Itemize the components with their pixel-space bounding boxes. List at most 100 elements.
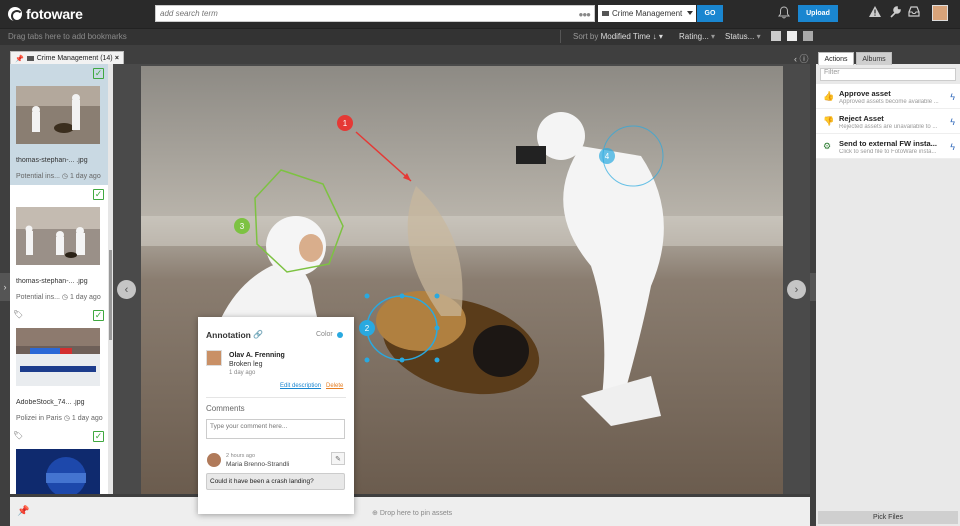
chevron-down-icon: ▾ <box>711 32 716 41</box>
tab-count: (14) <box>100 55 113 62</box>
tab-crime-management[interactable]: 📌 Crime Management (14) × <box>10 51 124 65</box>
scrollbar-thumb[interactable] <box>109 250 112 340</box>
asset-card[interactable]: 🏷 ✓ <box>10 427 108 494</box>
actions-filter-input[interactable]: Filter <box>820 68 956 81</box>
color-label: Color <box>316 331 333 338</box>
tab-label: Crime Management <box>36 55 99 62</box>
asset-age: 1 day ago <box>69 173 101 180</box>
asset-meta: Polizei in Paris ◷ 1 day ago <box>16 415 103 422</box>
annotation-author: Olav A. Frenning <box>229 352 285 359</box>
single-view-icon[interactable] <box>803 31 813 41</box>
comment-input[interactable] <box>206 419 345 439</box>
fotoware-logo-icon <box>8 6 23 22</box>
annotation-age: 1 day ago <box>229 370 256 376</box>
asset-filename: thomas-stephan-... .jpg <box>16 157 88 164</box>
thumbs-up-icon[interactable]: ✓ <box>93 189 104 200</box>
asset-meta: Potential ins... ◷ 1 day ago <box>16 294 101 301</box>
action-description: Rejected assets are unavailable to ... <box>839 124 938 130</box>
action-title: Reject Asset <box>839 114 884 123</box>
thumbs-up-icon: 👍 <box>823 91 835 101</box>
asset-thumbnail[interactable] <box>16 86 100 144</box>
tab-albums[interactable]: Albums <box>856 52 892 65</box>
marker-2-label: 2 <box>365 324 370 333</box>
delete-link[interactable]: Delete <box>326 383 343 389</box>
author-avatar <box>206 350 222 366</box>
thumbs-up-icon[interactable]: ✓ <box>93 431 104 442</box>
upload-button[interactable]: Upload <box>798 5 838 22</box>
sort-value: Modified Time <box>600 32 651 41</box>
sort-prefix: Sort by <box>573 32 599 41</box>
action-reject-asset[interactable]: 👎 Reject Asset Rejected assets are unava… <box>816 109 960 134</box>
divider <box>206 397 346 398</box>
next-asset-button[interactable]: › <box>787 280 806 299</box>
info-icon[interactable]: ‹ ⓘ <box>794 52 809 65</box>
action-title: Approve asset <box>839 89 891 98</box>
chevron-down-icon: ▾ <box>756 32 761 41</box>
thumbs-up-icon[interactable]: ✓ <box>93 310 104 321</box>
drop-hint-text: Drop here to pin assets <box>379 510 453 517</box>
asset-description: Potential ins... <box>16 173 60 180</box>
rating-filter-label: Rating... <box>679 32 709 41</box>
action-approve-asset[interactable]: 👍 Approve asset Approved assets become a… <box>816 84 960 109</box>
action-send-external[interactable]: ⚙ Send to external FW insta... Click to … <box>816 134 960 159</box>
asset-thumbnail[interactable] <box>16 207 100 265</box>
folder-icon <box>26 56 34 61</box>
list-view-icon[interactable] <box>787 31 797 41</box>
edit-description-link[interactable]: Edit description <box>280 383 321 389</box>
warning-icon[interactable] <box>869 6 881 20</box>
asset-thumbnail[interactable] <box>16 328 100 386</box>
tab-actions[interactable]: Actions <box>818 52 854 65</box>
lightning-icon: ϟ <box>950 117 955 127</box>
chevron-down-icon <box>687 11 693 15</box>
actions-list: 👍 Approve asset Approved assets become a… <box>816 84 960 159</box>
close-icon[interactable]: × <box>115 55 119 62</box>
divider <box>560 30 561 43</box>
archive-select[interactable]: Crime Management <box>598 5 696 22</box>
commenter-avatar <box>207 453 221 467</box>
lightning-icon: ϟ <box>950 142 955 152</box>
go-button[interactable]: GO <box>697 5 723 22</box>
asset-age: 1 day ago <box>71 415 103 422</box>
thumbs-up-icon[interactable]: ✓ <box>93 68 104 79</box>
sort-control[interactable]: Sort by Modified Time ↓ ▾ <box>573 32 663 41</box>
pin-icon[interactable]: 📌 <box>17 506 29 517</box>
previous-asset-button[interactable]: ‹ <box>117 280 136 299</box>
marker-1-label: 1 <box>343 119 348 128</box>
asset-filename: AdobeStock_74... .jpg <box>16 399 85 406</box>
app-logo[interactable]: fotoware <box>8 5 83 22</box>
sort-desc-icon: ↓ ▾ <box>652 32 663 41</box>
wrench-icon[interactable] <box>889 6 901 21</box>
rating-filter[interactable]: Rating... ▾ <box>679 32 715 41</box>
asset-list: ✓ thomas-stephan-... .jpg Potential ins.… <box>10 64 108 494</box>
marker-4-label: 4 <box>605 152 610 161</box>
marker-3-label: 3 <box>240 222 245 231</box>
pencil-icon[interactable]: ✎ <box>331 452 345 465</box>
inbox-icon[interactable] <box>908 6 920 20</box>
link-icon[interactable]: 🔗 <box>253 330 263 339</box>
bookmarks-hint: Drag tabs here to add bookmarks <box>8 32 127 41</box>
annotation-title: Annotation <box>206 330 251 340</box>
lightning-icon: ϟ <box>950 92 955 102</box>
color-swatch[interactable] <box>337 332 343 338</box>
folder-icon <box>602 11 609 16</box>
asset-filename: thomas-stephan-... .jpg <box>16 278 88 285</box>
asset-card[interactable]: ✓ thomas-stephan-... .jpg Potential ins.… <box>10 185 108 306</box>
comment-author: Maria Brenno-Strandli <box>226 461 290 468</box>
bell-icon[interactable] <box>778 6 790 19</box>
drop-hint: ⊕ Drop here to pin assets <box>372 510 453 517</box>
annotation-text: Broken leg <box>229 361 263 368</box>
asset-card[interactable]: ✓ thomas-stephan-... .jpg Potential ins.… <box>10 64 108 185</box>
collapse-left-button[interactable]: › <box>0 273 10 301</box>
pick-files-button[interactable]: Pick Files <box>818 511 958 524</box>
asset-thumbnail[interactable] <box>16 449 100 494</box>
search-options-icon[interactable]: ●●● <box>579 10 591 19</box>
search-input[interactable] <box>156 6 566 21</box>
grid-view-icon[interactable] <box>771 31 781 41</box>
asset-description: Potential ins... <box>16 294 60 301</box>
user-avatar[interactable] <box>932 5 948 21</box>
search-box: ●●● <box>155 5 595 22</box>
comment-bubble: Could it have been a crash landing? <box>206 473 345 490</box>
asset-card[interactable]: 🏷 ✓ AdobeStock_74... .jpg Polizei in Par… <box>10 306 108 427</box>
pin-icon[interactable]: 📌 <box>15 55 24 63</box>
status-filter[interactable]: Status... ▾ <box>725 32 761 41</box>
